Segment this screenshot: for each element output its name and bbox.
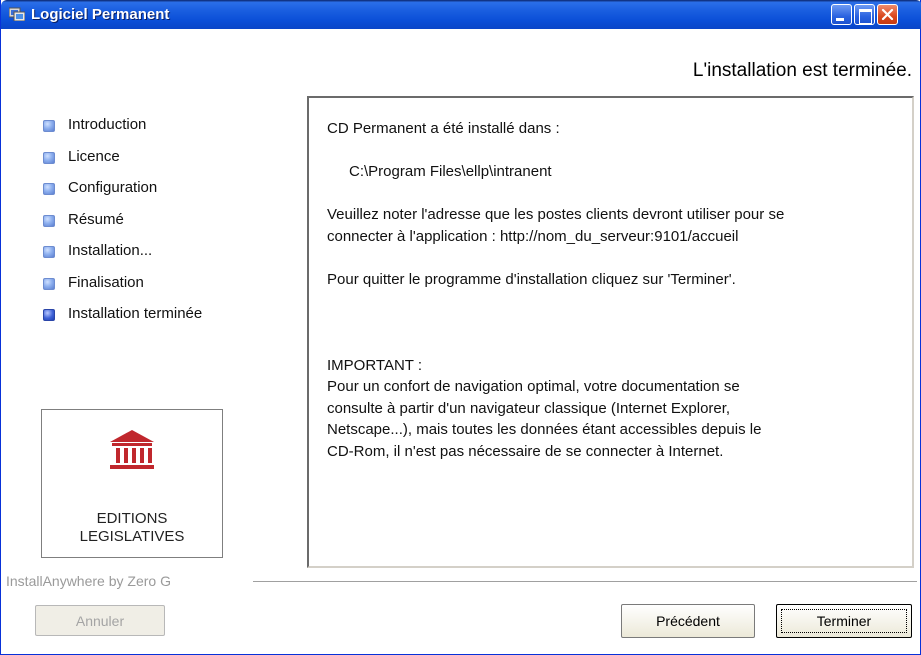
note-line-2: connecter à l'application : http://nom_d… bbox=[327, 227, 739, 245]
step-label: Installation terminée bbox=[68, 305, 203, 322]
installed-in-text: CD Permanent a été installé dans : bbox=[327, 120, 560, 137]
content-panel: CD Permanent a été installé dans : C:\Pr… bbox=[307, 96, 914, 568]
previous-button[interactable]: Précédent bbox=[621, 604, 755, 638]
bullet-icon bbox=[43, 214, 55, 227]
bullet-icon bbox=[43, 277, 55, 290]
active-bullet-icon bbox=[43, 309, 55, 321]
important-line-4: CD-Rom, il n'est pas nécessaire de se co… bbox=[327, 442, 724, 460]
step-label: Installation... bbox=[68, 242, 153, 259]
publisher-logo: EDITIONS LEGISLATIVES bbox=[41, 409, 223, 558]
logo-text: EDITIONS LEGISLATIVES bbox=[42, 510, 222, 546]
step-label: Résumé bbox=[68, 210, 124, 228]
cancel-button[interactable]: Annuler bbox=[35, 605, 165, 636]
step-label: Configuration bbox=[68, 179, 158, 196]
minimize-button[interactable] bbox=[831, 4, 852, 25]
install-path: C:\Program Files\ellp\intranent bbox=[349, 163, 552, 180]
installer-window: Logiciel Permanent L'installation est te… bbox=[0, 0, 921, 655]
step-resume: Résumé bbox=[43, 211, 202, 243]
bullet-icon bbox=[43, 183, 55, 195]
step-installation: Installation... bbox=[43, 242, 202, 274]
maximize-button[interactable] bbox=[854, 4, 875, 25]
window-title: Logiciel Permanent bbox=[31, 6, 170, 23]
step-installation-terminee: Installation terminée bbox=[43, 305, 202, 337]
step-label: Finalisation bbox=[68, 273, 144, 291]
installer-brand: InstallAnywhere by Zero G bbox=[6, 573, 171, 589]
content-text: CD Permanent a été installé dans : C:\Pr… bbox=[327, 118, 902, 462]
title-bar[interactable]: Logiciel Permanent bbox=[1, 0, 921, 29]
step-configuration: Configuration bbox=[43, 179, 202, 211]
step-licence: Licence bbox=[43, 148, 202, 180]
step-finalisation: Finalisation bbox=[43, 274, 202, 306]
important-line-3: Netscape...), mais toutes les données ét… bbox=[327, 421, 762, 438]
important-line-2: consulte à partir d'un navigateur classi… bbox=[327, 399, 731, 417]
close-button[interactable] bbox=[877, 4, 898, 25]
note-line-1: Veuillez noter l'adresse que les postes … bbox=[327, 206, 785, 223]
bullet-icon bbox=[43, 120, 55, 132]
bullet-icon bbox=[43, 246, 55, 258]
previous-label: Précédent bbox=[656, 613, 720, 629]
step-label: Introduction bbox=[68, 116, 147, 133]
page-heading: L'installation est terminée. bbox=[692, 60, 912, 81]
important-line-1: Pour un confort de navigation optimal, v… bbox=[327, 378, 740, 395]
temple-icon bbox=[110, 430, 154, 469]
important-title: IMPORTANT : bbox=[327, 356, 423, 374]
divider bbox=[253, 581, 917, 582]
app-icon bbox=[9, 7, 25, 21]
step-introduction: Introduction bbox=[43, 116, 202, 148]
logo-line-2: LEGISLATIVES bbox=[79, 528, 185, 545]
close-icon bbox=[881, 8, 894, 21]
logo-line-1: EDITIONS bbox=[96, 510, 168, 527]
finish-label: Terminer bbox=[816, 613, 872, 629]
finish-button[interactable]: Terminer bbox=[776, 604, 912, 638]
cancel-label: Annuler bbox=[75, 612, 125, 629]
steps-list: Introduction Licence Configuration Résum… bbox=[43, 116, 202, 337]
quit-text: Pour quitter le programme d'installation… bbox=[327, 270, 736, 288]
bullet-icon bbox=[43, 151, 55, 164]
step-label: Licence bbox=[68, 147, 120, 165]
